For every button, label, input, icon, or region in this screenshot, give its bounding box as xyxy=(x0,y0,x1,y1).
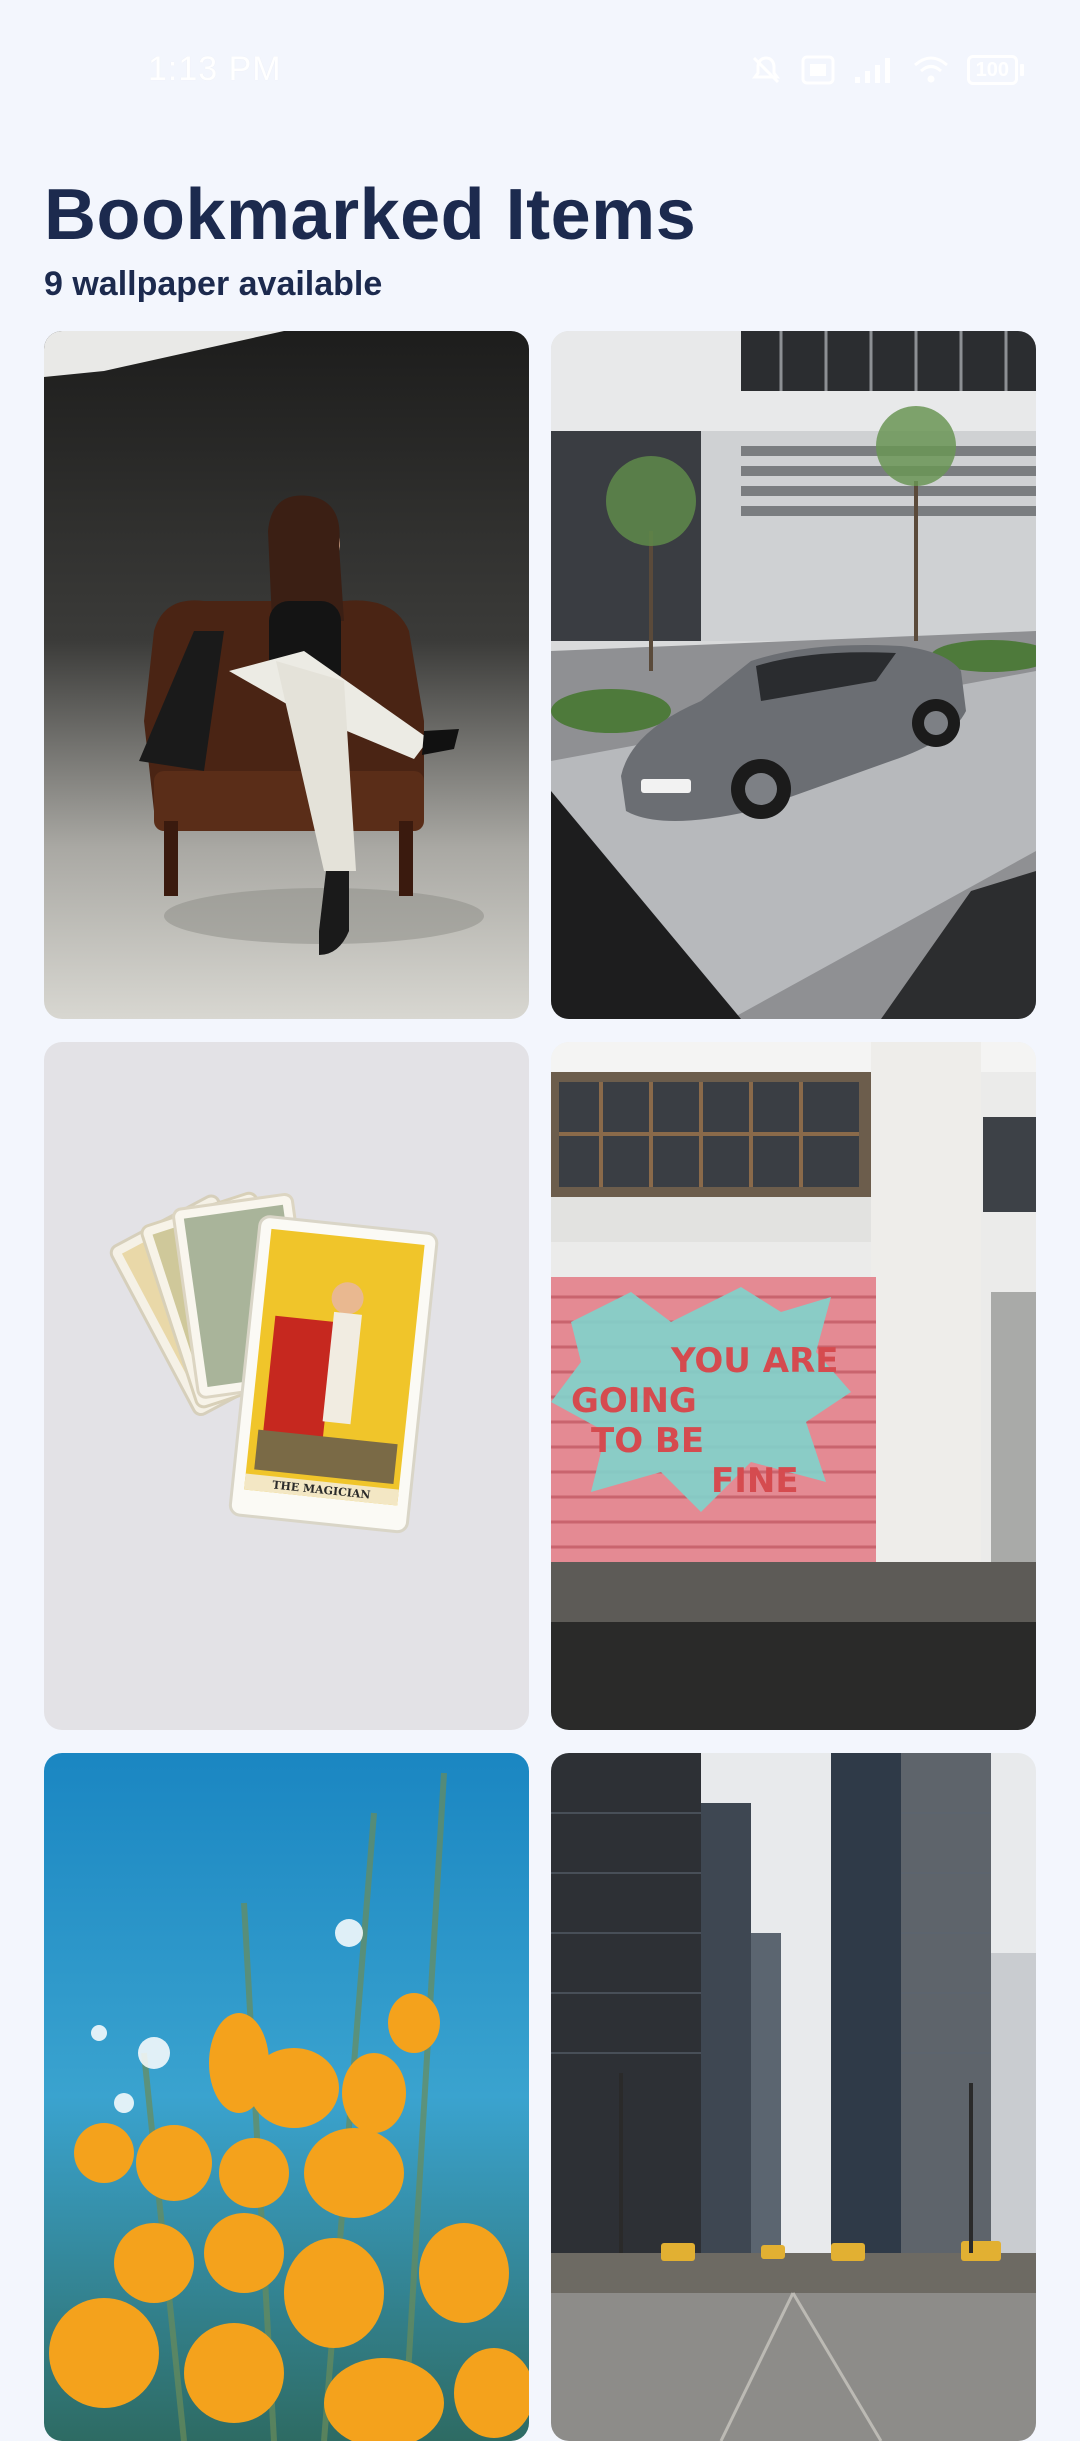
wallpaper-grid: THE MAGICIAN YOU ARE GOING TO BE FINE xyxy=(44,331,1036,2441)
wifi-icon xyxy=(913,55,949,85)
graffiti-text-line-4: FINE xyxy=(711,1461,799,1501)
wallpaper-image xyxy=(551,1753,1036,2441)
wallpaper-card-car-building[interactable] xyxy=(551,331,1036,1019)
wallpaper-image: THE MAGICIAN xyxy=(44,1042,529,1730)
page-header: Bookmarked Items 9 wallpaper available xyxy=(44,172,1036,304)
wallpaper-card-tarot[interactable]: THE MAGICIAN xyxy=(44,1042,529,1730)
status-time: 1:13 PM xyxy=(148,50,282,88)
battery-label: 100 xyxy=(975,59,1009,81)
page-title: Bookmarked Items xyxy=(44,175,697,255)
wallpaper-image xyxy=(551,331,1036,1019)
battery-icon: 100 xyxy=(966,55,1024,85)
wallpaper-count: 9 wallpaper available xyxy=(44,265,383,303)
wallpaper-card-graffiti[interactable]: YOU ARE GOING TO BE FINE xyxy=(551,1042,1036,1730)
status-icons: 100 xyxy=(749,52,1024,88)
signal-icon xyxy=(853,55,895,85)
wallpaper-card-poppies[interactable] xyxy=(44,1753,529,2441)
graffiti-text-line-2: GOING xyxy=(571,1381,697,1421)
status-bar: 1:13 PM 100 xyxy=(0,0,1080,140)
sim-card-icon xyxy=(801,55,835,85)
bell-off-icon xyxy=(749,53,783,87)
wallpaper-image: YOU ARE GOING TO BE FINE xyxy=(551,1042,1036,1730)
wallpaper-image xyxy=(44,1753,529,2441)
graffiti-text-line-1: YOU ARE xyxy=(670,1341,838,1381)
wallpaper-card-woman-armchair[interactable] xyxy=(44,331,529,1019)
wallpaper-card-city-street[interactable] xyxy=(551,1753,1036,2441)
wallpaper-image xyxy=(44,331,529,1019)
graffiti-text-line-3: TO BE xyxy=(591,1421,704,1461)
